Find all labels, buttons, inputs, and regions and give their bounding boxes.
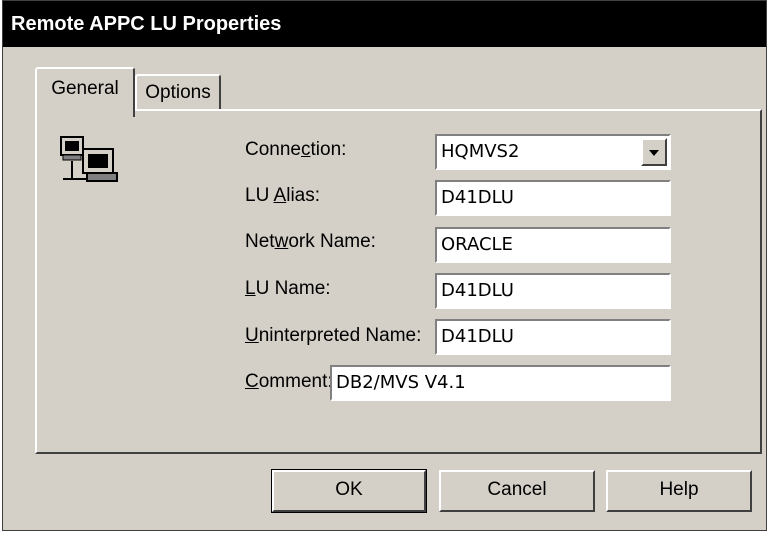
computer-network-icon [57, 135, 127, 187]
tab-options[interactable]: Options [135, 74, 221, 111]
title-bar: Remote APPC LU Properties [3, 1, 766, 47]
lu-name-label: LU Name: [245, 278, 331, 299]
lu-alias-field[interactable]: D41DLU [435, 180, 671, 216]
connection-dropdown-button[interactable] [641, 138, 667, 166]
chevron-down-icon [648, 136, 660, 168]
uninterpreted-name-field[interactable]: D41DLU [435, 319, 671, 355]
lu-alias-label: LU Alias: [245, 185, 321, 206]
ok-button[interactable]: OK [271, 469, 427, 513]
comment-label: Comment: [245, 371, 333, 392]
connection-label: Connection: [245, 139, 347, 160]
lu-name-field[interactable]: D41DLU [435, 273, 671, 309]
uninterpreted-name-label: Uninterpreted Name: [245, 325, 422, 346]
window-title: Remote APPC LU Properties [11, 13, 282, 35]
tab-general-label: General [51, 78, 119, 99]
help-button[interactable]: Help [606, 470, 752, 512]
cancel-button[interactable]: Cancel [439, 470, 595, 512]
general-tab-panel: Connection: HQMVS2 LU Alias: D41DLU Netw… [35, 109, 762, 454]
dialog-window: Remote APPC LU Properties General Option… [2, 0, 767, 531]
tab-general[interactable]: General [35, 67, 135, 117]
tab-options-label: Options [145, 82, 211, 103]
connection-select[interactable]: HQMVS2 [435, 134, 671, 170]
comment-field[interactable]: DB2/MVS V4.1 [330, 365, 671, 401]
network-name-field[interactable]: ORACLE [435, 227, 671, 263]
connection-value: HQMVS2 [441, 141, 520, 162]
network-name-label: Network Name: [245, 231, 376, 252]
